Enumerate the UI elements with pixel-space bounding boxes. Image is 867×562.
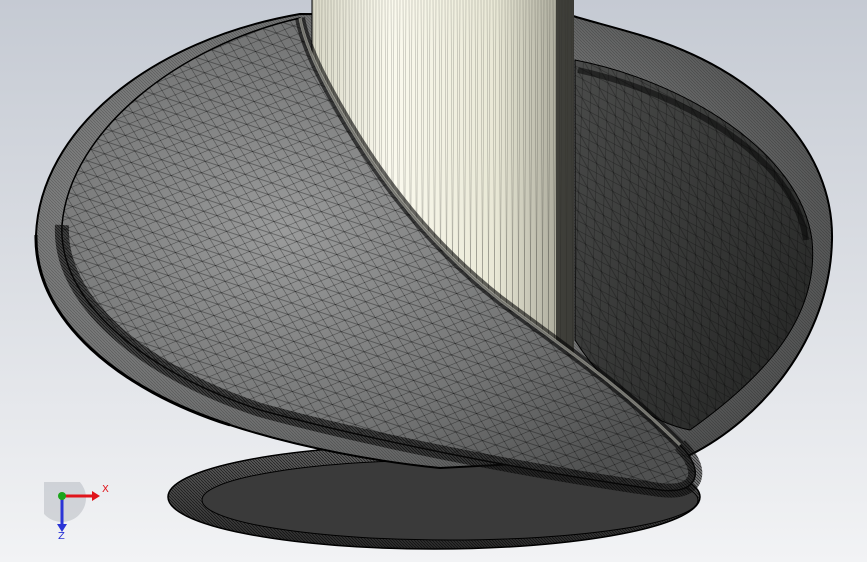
- x-axis-label: X: [102, 484, 109, 495]
- graphics-viewport[interactable]: X Z: [0, 0, 867, 562]
- x-axis-arrowhead: [92, 491, 100, 501]
- y-axis-dot: [58, 492, 66, 500]
- auger-model-mesh[interactable]: [0, 0, 867, 562]
- orientation-triad[interactable]: X Z: [38, 474, 114, 548]
- z-axis-label: Z: [58, 531, 65, 542]
